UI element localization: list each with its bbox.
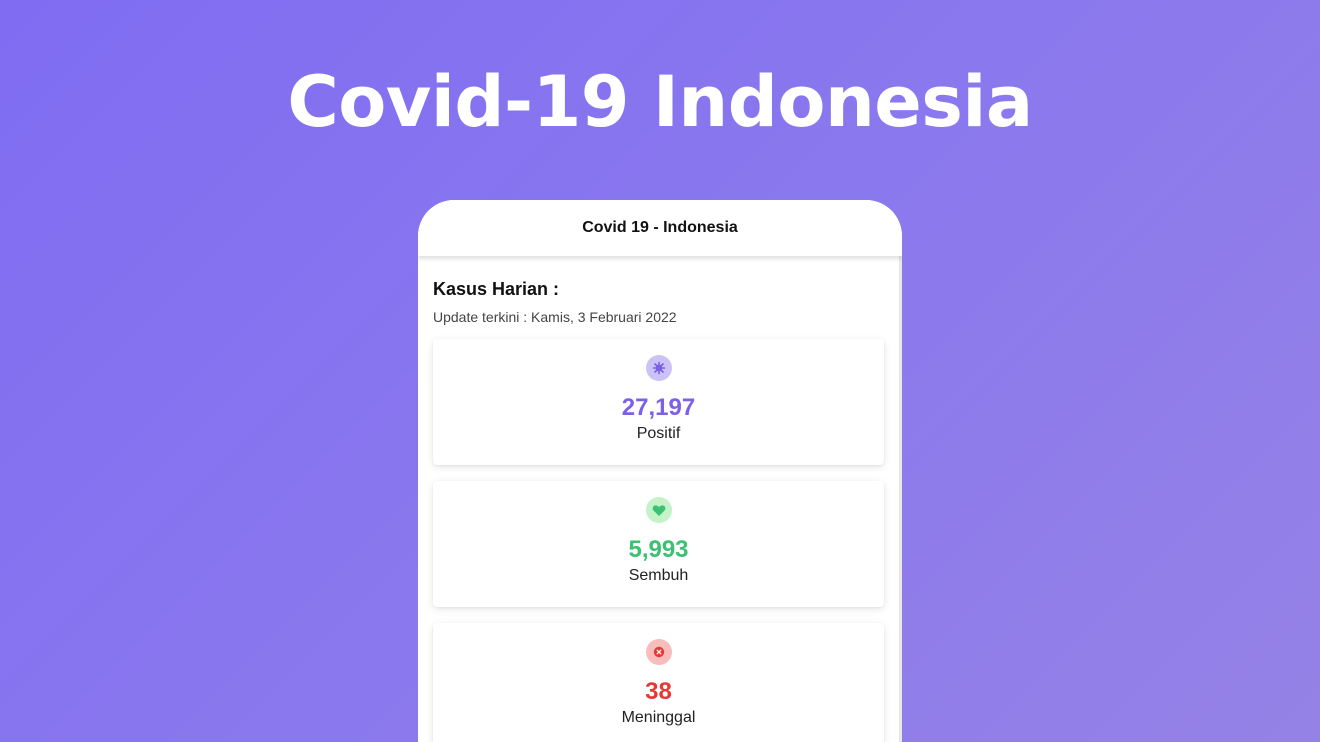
stat-card-positif: 27,197 Positif [433, 339, 884, 465]
stat-label-meninggal: Meninggal [621, 709, 696, 726]
scrollbar-track[interactable] [899, 256, 902, 742]
stat-label-positif: Positif [636, 425, 681, 442]
app-header: Covid 19 - Indonesia [418, 200, 902, 256]
stat-value-positif: 27,197 [621, 394, 696, 421]
heart-icon [645, 497, 672, 523]
close-circle-icon [645, 639, 672, 665]
section-title: Kasus Harian : [433, 279, 560, 299]
update-timestamp: Update terkini : Kamis, 3 Februari 2022 [433, 309, 677, 325]
stat-card-meninggal: 38 Meninggal [433, 623, 884, 742]
stat-value-sembuh: 5,993 [628, 536, 689, 563]
app-header-title: Covid 19 - Indonesia [582, 219, 738, 236]
virus-icon [645, 355, 672, 381]
stat-label-sembuh: Sembuh [628, 567, 689, 584]
app-content[interactable]: Kasus Harian : Update terkini : Kamis, 3… [418, 256, 902, 742]
hero-title: Covid-19 Indonesia [287, 61, 1033, 143]
stats-list: 27,197 Positif 5,993 Sembuh 38 Meninggal [433, 339, 884, 742]
phone-frame: Covid 19 - Indonesia Kasus Harian : Upda… [418, 200, 902, 742]
stat-card-sembuh: 5,993 Sembuh [433, 481, 884, 607]
stat-value-meninggal: 38 [645, 678, 672, 705]
